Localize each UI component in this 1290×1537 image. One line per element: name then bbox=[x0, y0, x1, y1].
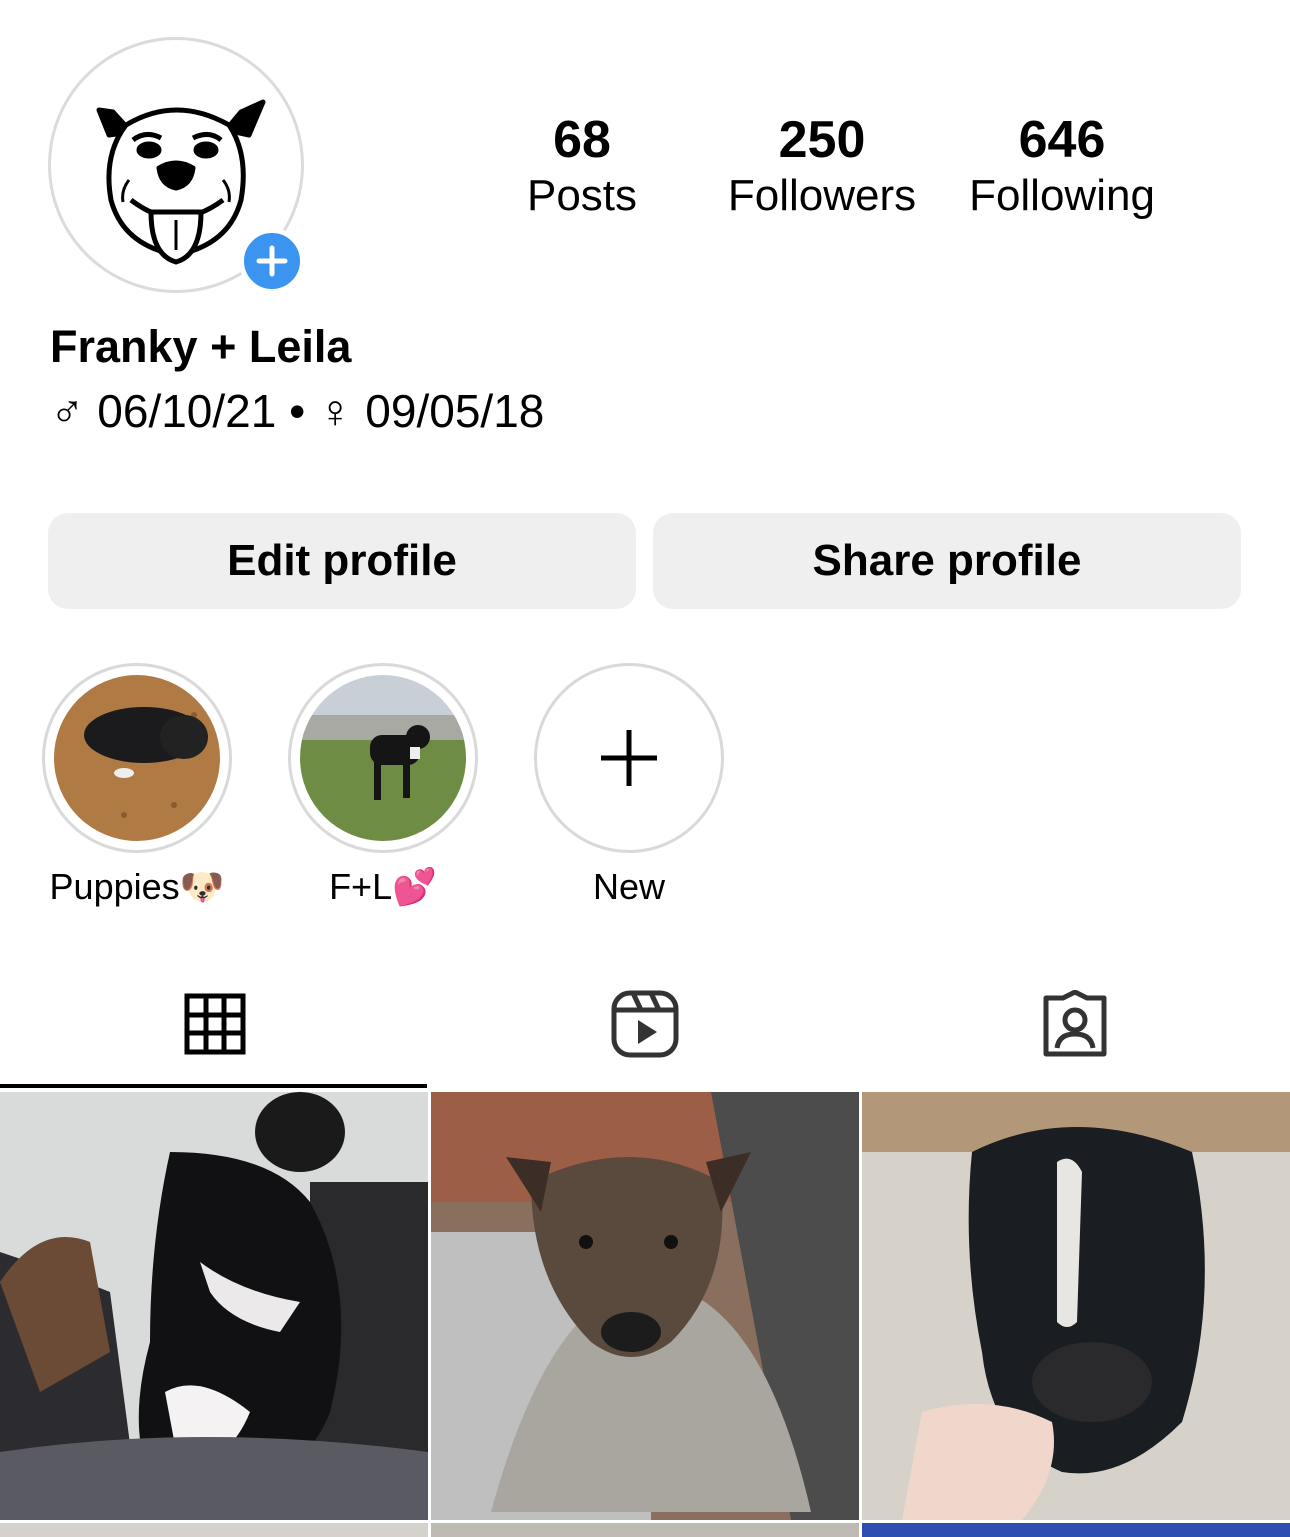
highlight-fl-label: F+L💕 bbox=[329, 866, 437, 907]
post-thumbnail[interactable] bbox=[862, 1092, 1290, 1520]
grid-icon bbox=[184, 993, 246, 1055]
tab-posts-grid[interactable] bbox=[0, 960, 430, 1088]
edit-profile-button[interactable]: Edit profile bbox=[48, 513, 636, 609]
highlight-new-label: New bbox=[592, 866, 666, 907]
highlight-puppies-label: Puppies🐶 bbox=[49, 866, 225, 907]
profile-bio: ♂ 06/10/21 • ♀ 09/05/18 bbox=[50, 380, 544, 440]
female-symbol: ♀ bbox=[318, 384, 353, 437]
followers-count: 250 bbox=[778, 111, 866, 169]
selected-tab-indicator bbox=[0, 1084, 427, 1088]
profile-name: Franky + Leila bbox=[50, 321, 352, 372]
plus-icon bbox=[256, 245, 288, 277]
followers-label: Followers bbox=[727, 171, 917, 220]
bio-separator: • bbox=[289, 384, 306, 437]
male-symbol: ♂ bbox=[50, 384, 85, 437]
posts-count: 68 bbox=[553, 111, 611, 169]
following-count: 646 bbox=[1018, 111, 1106, 169]
following-label: Following bbox=[969, 171, 1155, 220]
highlight-puppies[interactable] bbox=[42, 663, 232, 853]
post-thumbnail-partial[interactable] bbox=[0, 1523, 428, 1537]
tab-tagged[interactable] bbox=[860, 960, 1290, 1088]
highlight-fl[interactable] bbox=[288, 663, 478, 853]
new-highlight-button[interactable] bbox=[534, 663, 724, 853]
male-date: 06/10/21 bbox=[97, 384, 277, 437]
highlight-puppies-thumb bbox=[54, 675, 220, 841]
following-stat[interactable]: 646 Following bbox=[942, 110, 1182, 222]
female-date: 09/05/18 bbox=[365, 384, 545, 437]
post-thumbnail-partial[interactable] bbox=[431, 1523, 859, 1537]
plus-icon bbox=[601, 730, 657, 786]
add-story-button[interactable] bbox=[239, 228, 305, 294]
tagged-icon bbox=[1043, 990, 1107, 1057]
tab-reels[interactable] bbox=[430, 960, 860, 1088]
post-thumbnail-partial[interactable] bbox=[862, 1523, 1290, 1537]
followers-stat[interactable]: 250 Followers bbox=[702, 110, 942, 222]
posts-stat[interactable]: 68 Posts bbox=[462, 110, 702, 222]
highlight-fl-thumb bbox=[300, 675, 466, 841]
post-thumbnail[interactable] bbox=[0, 1092, 428, 1520]
share-profile-button[interactable]: Share profile bbox=[653, 513, 1241, 609]
post-thumbnail[interactable] bbox=[431, 1092, 859, 1520]
reels-icon bbox=[611, 990, 679, 1058]
posts-label: Posts bbox=[526, 171, 638, 220]
